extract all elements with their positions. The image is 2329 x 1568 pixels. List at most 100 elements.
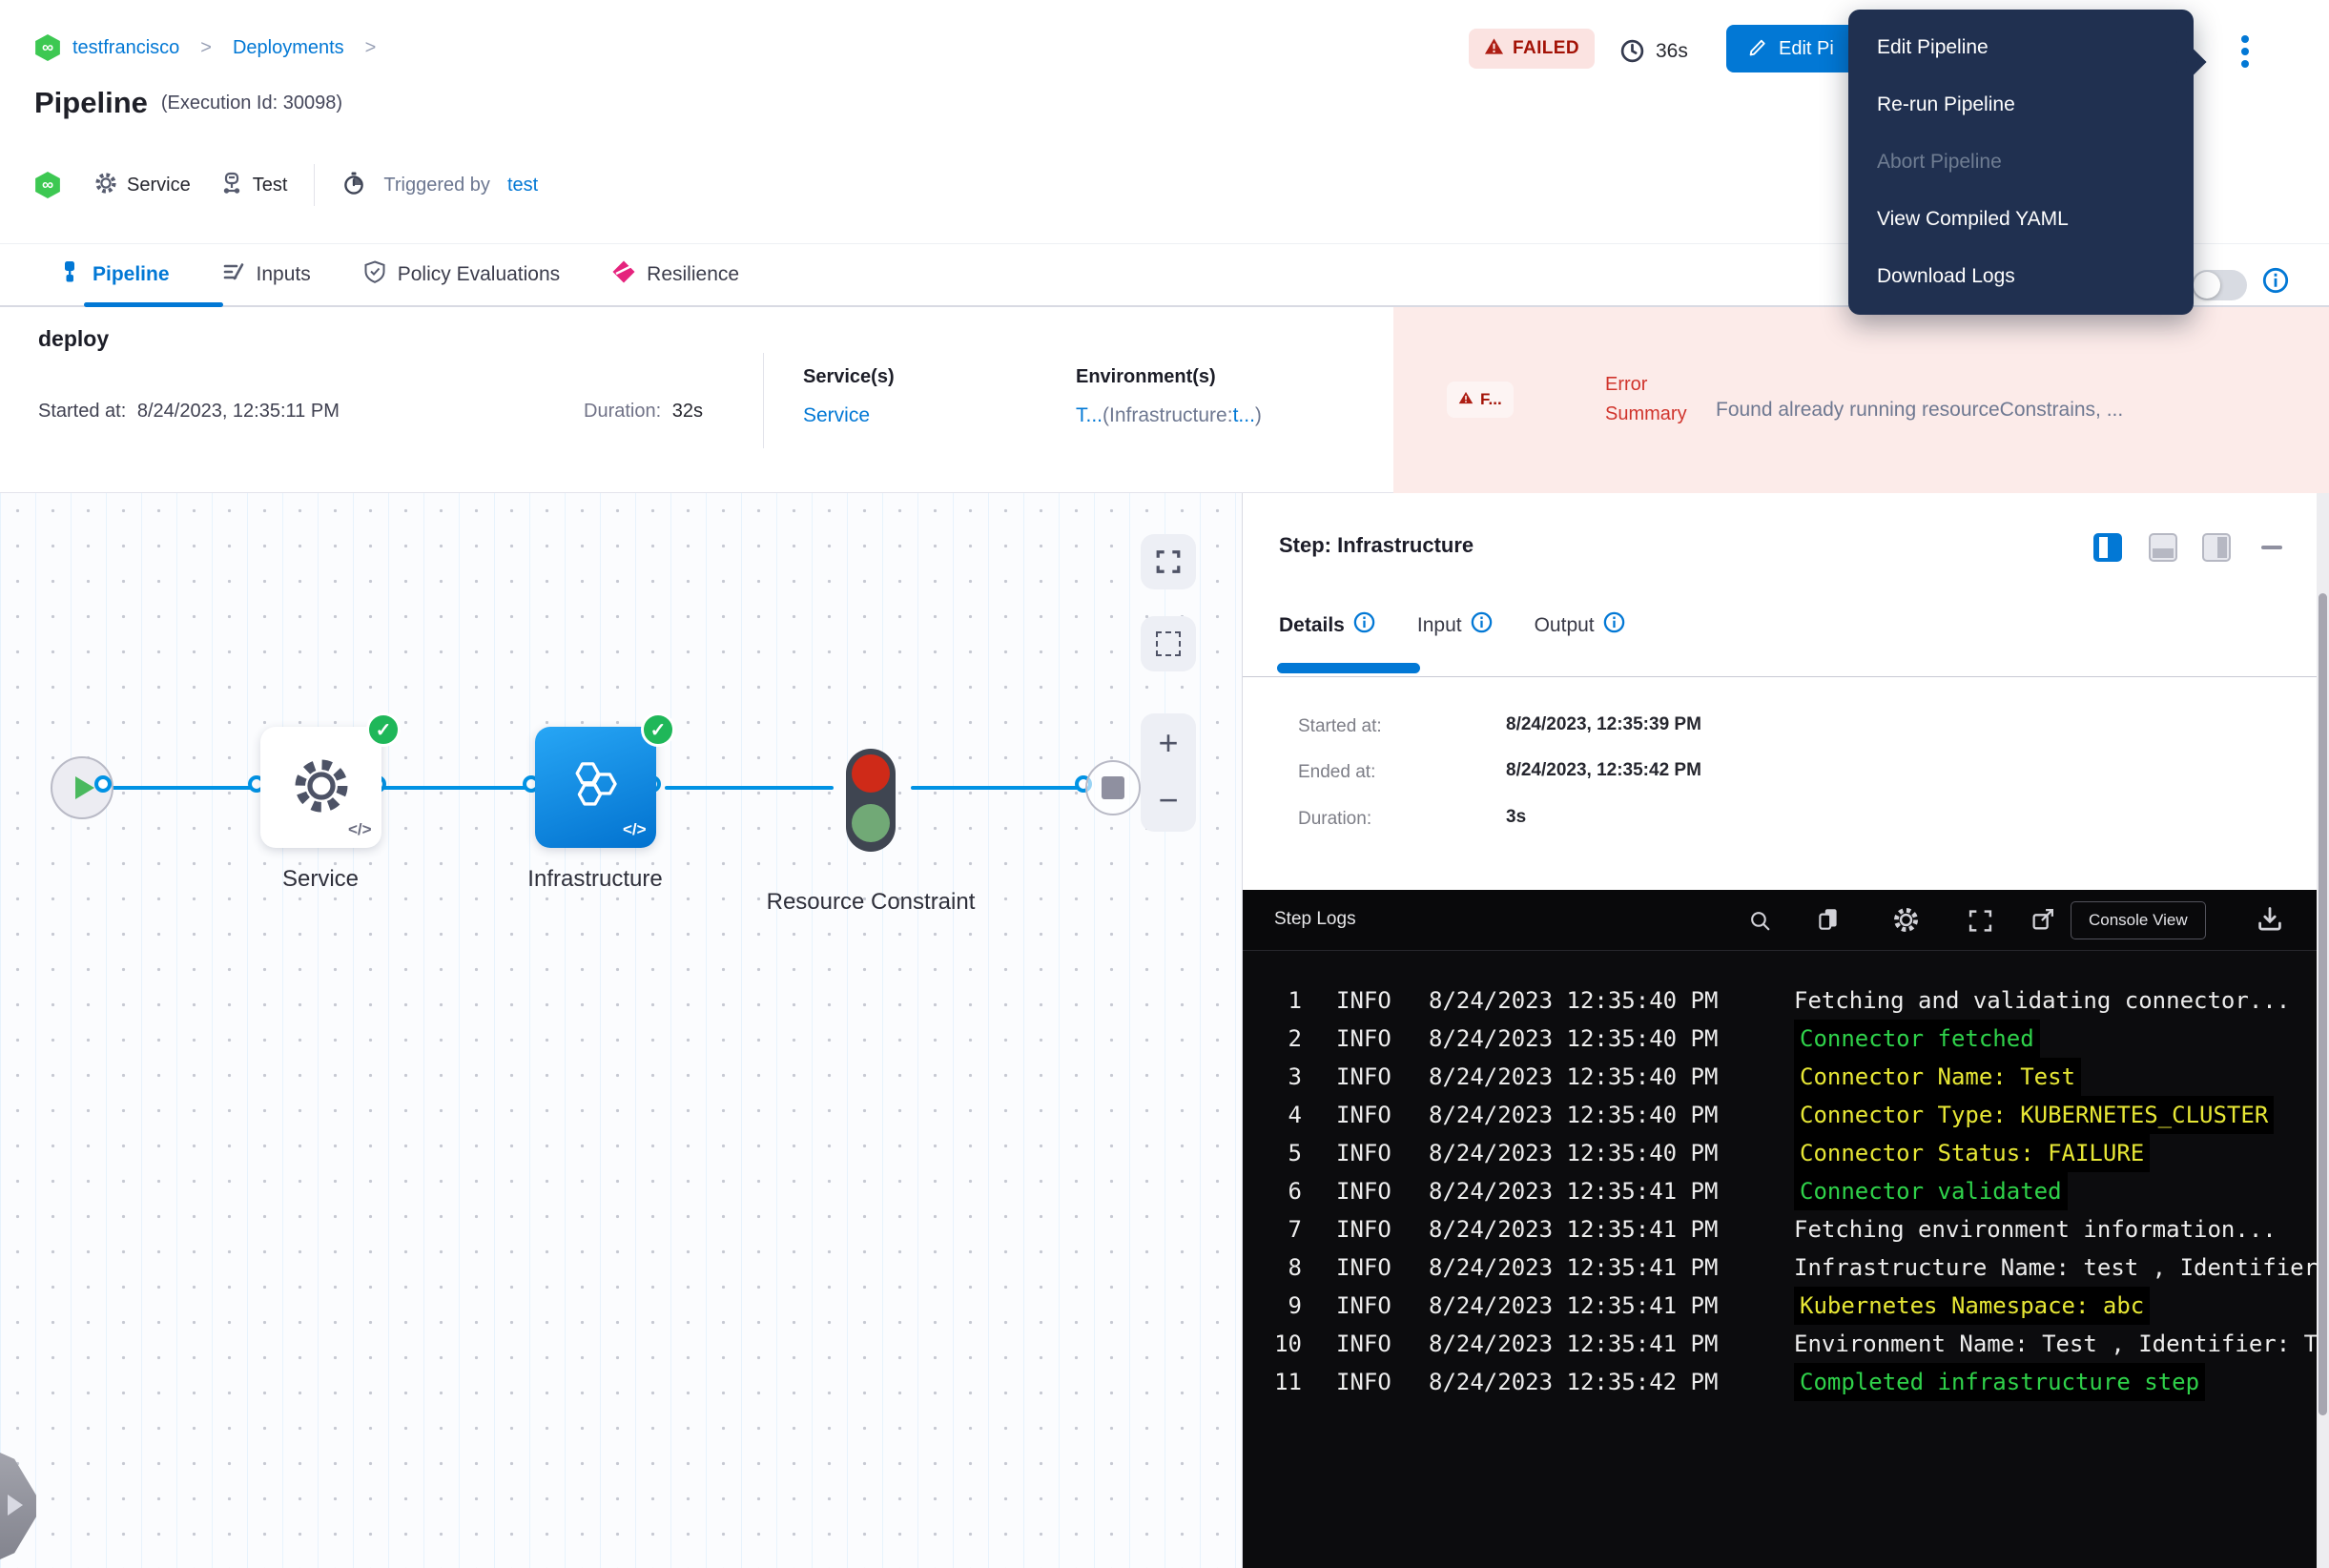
triggered-by-label: Triggered by (383, 175, 490, 196)
info-icon[interactable] (1603, 611, 1625, 639)
info-icon[interactable] (2262, 267, 2289, 299)
play-icon (75, 776, 94, 799)
harness-cd-logo-icon: ∞ (34, 34, 61, 61)
status-badge: FAILED (1469, 29, 1595, 69)
breadcrumb-deployments-link[interactable]: Deployments (233, 37, 344, 59)
log-line: 1 INFO 8/24/2023 12:35:40 PM Fetching an… (1243, 981, 2317, 1020)
infrastructure-step-node[interactable]: </> (535, 727, 656, 848)
log-lines[interactable]: 1 INFO 8/24/2023 12:35:40 PM Fetching an… (1243, 981, 2317, 1401)
stage-started: Started at: 8/24/2023, 12:35:11 PM (38, 401, 340, 423)
view-toggle[interactable] (2192, 270, 2247, 300)
search-icon[interactable] (1748, 909, 1772, 938)
stage-name[interactable]: deploy (38, 326, 109, 352)
environment-value[interactable]: T...(Infrastructure:t...) (1076, 404, 1262, 427)
step-panel-tabs: Details Input Output (1279, 611, 1625, 639)
info-icon[interactable] (1353, 611, 1375, 639)
log-settings-gear-icon[interactable] (1891, 905, 1921, 939)
menu-item[interactable]: Re-run Pipeline (1848, 76, 2194, 134)
active-panel-tab-underline (1277, 663, 1420, 673)
expand-arrow-icon (8, 1495, 23, 1516)
log-line: 3 INFO 8/24/2023 12:35:40 PM Connector N… (1243, 1058, 2317, 1096)
inputs-icon (221, 259, 246, 290)
tab-resilience[interactable]: Resilience (611, 259, 739, 290)
menu-item[interactable]: Edit Pipeline (1848, 19, 2194, 76)
zoom-out-button[interactable]: − (1141, 773, 1196, 828)
tab-pipeline[interactable]: Pipeline (57, 259, 170, 290)
execution-id: (Execution Id: 30098) (161, 93, 342, 114)
service-link[interactable]: Service (803, 404, 870, 427)
tab-policy-evaluations[interactable]: Policy Evaluations (362, 259, 560, 290)
download-logs-icon[interactable] (2256, 905, 2284, 939)
breadcrumb-project-link[interactable]: testfrancisco (72, 37, 179, 59)
expand-panel-handle[interactable] (0, 1453, 36, 1559)
pipeline-actions-menu: Edit PipelineRe-run PipelineAbort Pipeli… (1848, 10, 2194, 315)
log-line: 11 INFO 8/24/2023 12:35:42 PM Completed … (1243, 1363, 2317, 1401)
gear-icon (93, 171, 118, 200)
pipeline-meta-row: ∞ Service Test Triggered by test (34, 164, 538, 206)
detail-label: Ended at: (1298, 762, 1375, 783)
canvas-fullscreen-button[interactable] (1141, 534, 1196, 589)
menu-item[interactable]: Abort Pipeline (1848, 134, 2194, 191)
log-line: 5 INFO 8/24/2023 12:35:40 PM Connector S… (1243, 1134, 2317, 1172)
environment-meta-label[interactable]: Test (253, 175, 288, 196)
tab-inputs[interactable]: Inputs (221, 259, 311, 290)
detail-value: 8/24/2023, 12:35:39 PM (1506, 714, 1701, 735)
error-summary-message: Found already running resourceConstrains… (1716, 399, 2123, 422)
pipeline-icon (57, 259, 82, 290)
triggered-by-value[interactable]: test (507, 175, 538, 196)
success-check-icon: ✓ (366, 712, 401, 747)
info-icon[interactable] (1471, 611, 1493, 639)
console-view-button[interactable]: Console View (2071, 901, 2206, 939)
service-step-node[interactable]: </> (260, 727, 381, 848)
environments-column-label: Environment(s) (1076, 366, 1216, 388)
stop-square-icon (1102, 776, 1124, 799)
menu-item[interactable]: View Compiled YAML (1848, 191, 2194, 248)
log-line: 2 INFO 8/24/2023 12:35:40 PM Connector f… (1243, 1020, 2317, 1058)
service-node-label: Service (216, 859, 425, 899)
detail-value: 3s (1506, 807, 1526, 828)
more-options-kebab-icon[interactable] (2241, 31, 2249, 72)
copy-icon[interactable] (1815, 906, 1842, 938)
tab-details[interactable]: Details (1279, 611, 1375, 639)
detail-label: Duration: (1298, 809, 1371, 830)
hexagon-cluster-icon (566, 757, 625, 817)
error-summary-zone: F... Error Summary Found already running… (1393, 307, 2329, 493)
menu-items: Edit PipelineRe-run PipelineAbort Pipeli… (1848, 19, 2194, 305)
service-meta-label[interactable]: Service (127, 175, 191, 196)
log-line: 4 INFO 8/24/2023 12:35:40 PM Connector T… (1243, 1096, 2317, 1134)
layout-split-view-icon[interactable] (2093, 533, 2122, 562)
pipeline-graph-canvas[interactable]: </> ✓ Service </> ✓ Infrastructure Resou… (0, 493, 1242, 1568)
zoom-in-button[interactable]: + (1141, 713, 1196, 773)
minimize-panel-icon[interactable] (2261, 546, 2282, 549)
title-row: Pipeline (Execution Id: 30098) (34, 86, 342, 120)
graph-edge (107, 786, 260, 790)
warning-triangle-icon (1484, 36, 1504, 62)
gear-icon (289, 753, 354, 823)
resilience-icon (611, 259, 636, 290)
layout-bottom-view-icon[interactable] (2149, 533, 2177, 562)
graph-edge (911, 786, 1079, 790)
end-node (1085, 760, 1141, 815)
menu-item[interactable]: Download Logs (1848, 248, 2194, 305)
environment-icon (219, 171, 244, 200)
open-in-new-icon[interactable] (2030, 907, 2056, 938)
panel-scrollbar-thumb[interactable] (2319, 593, 2327, 1415)
graph-edge (665, 786, 834, 790)
detail-value: 8/24/2023, 12:35:42 PM (1506, 760, 1701, 781)
meta-divider (314, 164, 315, 206)
port-dot (94, 775, 112, 793)
code-icon: </> (623, 820, 647, 839)
tab-input[interactable]: Input (1417, 611, 1493, 639)
resource-constraint-node[interactable] (846, 749, 896, 852)
tab-output[interactable]: Output (1535, 611, 1625, 639)
marquee-icon (1156, 631, 1181, 656)
log-line: 10 INFO 8/24/2023 12:35:41 PM Environmen… (1243, 1325, 2317, 1363)
stage-duration: Duration: 32s (584, 401, 703, 423)
harness-cd-logo-icon: ∞ (34, 172, 61, 198)
expand-logs-icon[interactable] (1968, 908, 1993, 939)
log-line: 7 INFO 8/24/2023 12:35:41 PM Fetching en… (1243, 1210, 2317, 1248)
clock-icon (1619, 38, 1645, 69)
chevron-right-icon: > (365, 37, 377, 59)
layout-right-view-icon[interactable] (2202, 533, 2231, 562)
canvas-select-button[interactable] (1141, 616, 1196, 671)
